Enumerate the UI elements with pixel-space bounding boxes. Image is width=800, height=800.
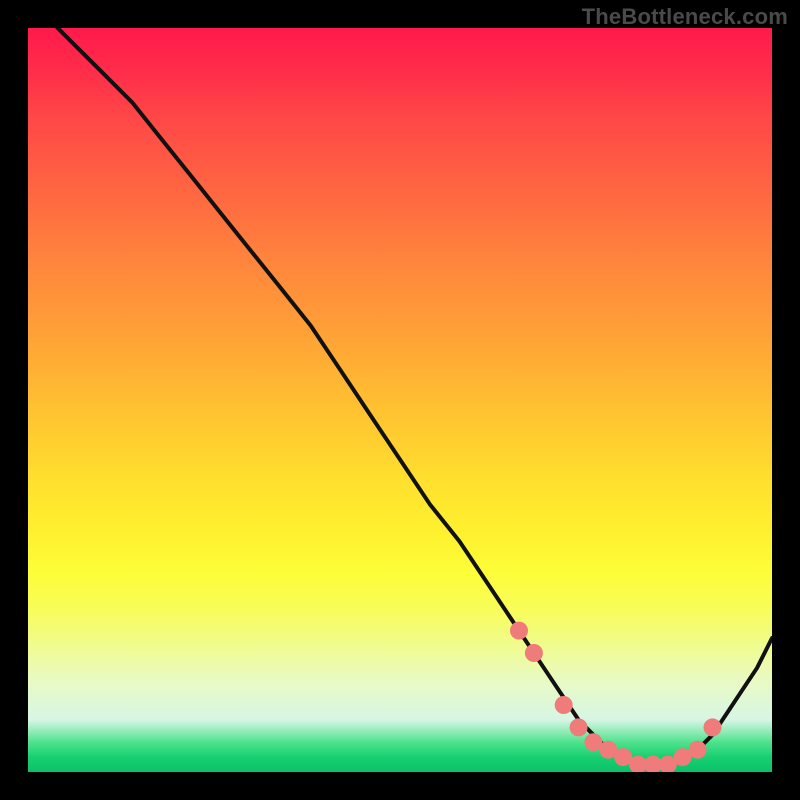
sweet-spot-dot [525, 644, 543, 662]
sweet-spot-dot [570, 718, 588, 736]
sweet-spot-dot [689, 741, 707, 759]
plot-area [28, 28, 772, 772]
watermark-text: TheBottleneck.com [582, 4, 788, 30]
sweet-spot-dots [510, 622, 722, 772]
sweet-spot-dot [510, 622, 528, 640]
sweet-spot-dot [704, 718, 722, 736]
sweet-spot-dot [555, 696, 573, 714]
chart-frame: TheBottleneck.com [0, 0, 800, 800]
bottleneck-curve [28, 28, 772, 765]
curve-overlay [28, 28, 772, 772]
